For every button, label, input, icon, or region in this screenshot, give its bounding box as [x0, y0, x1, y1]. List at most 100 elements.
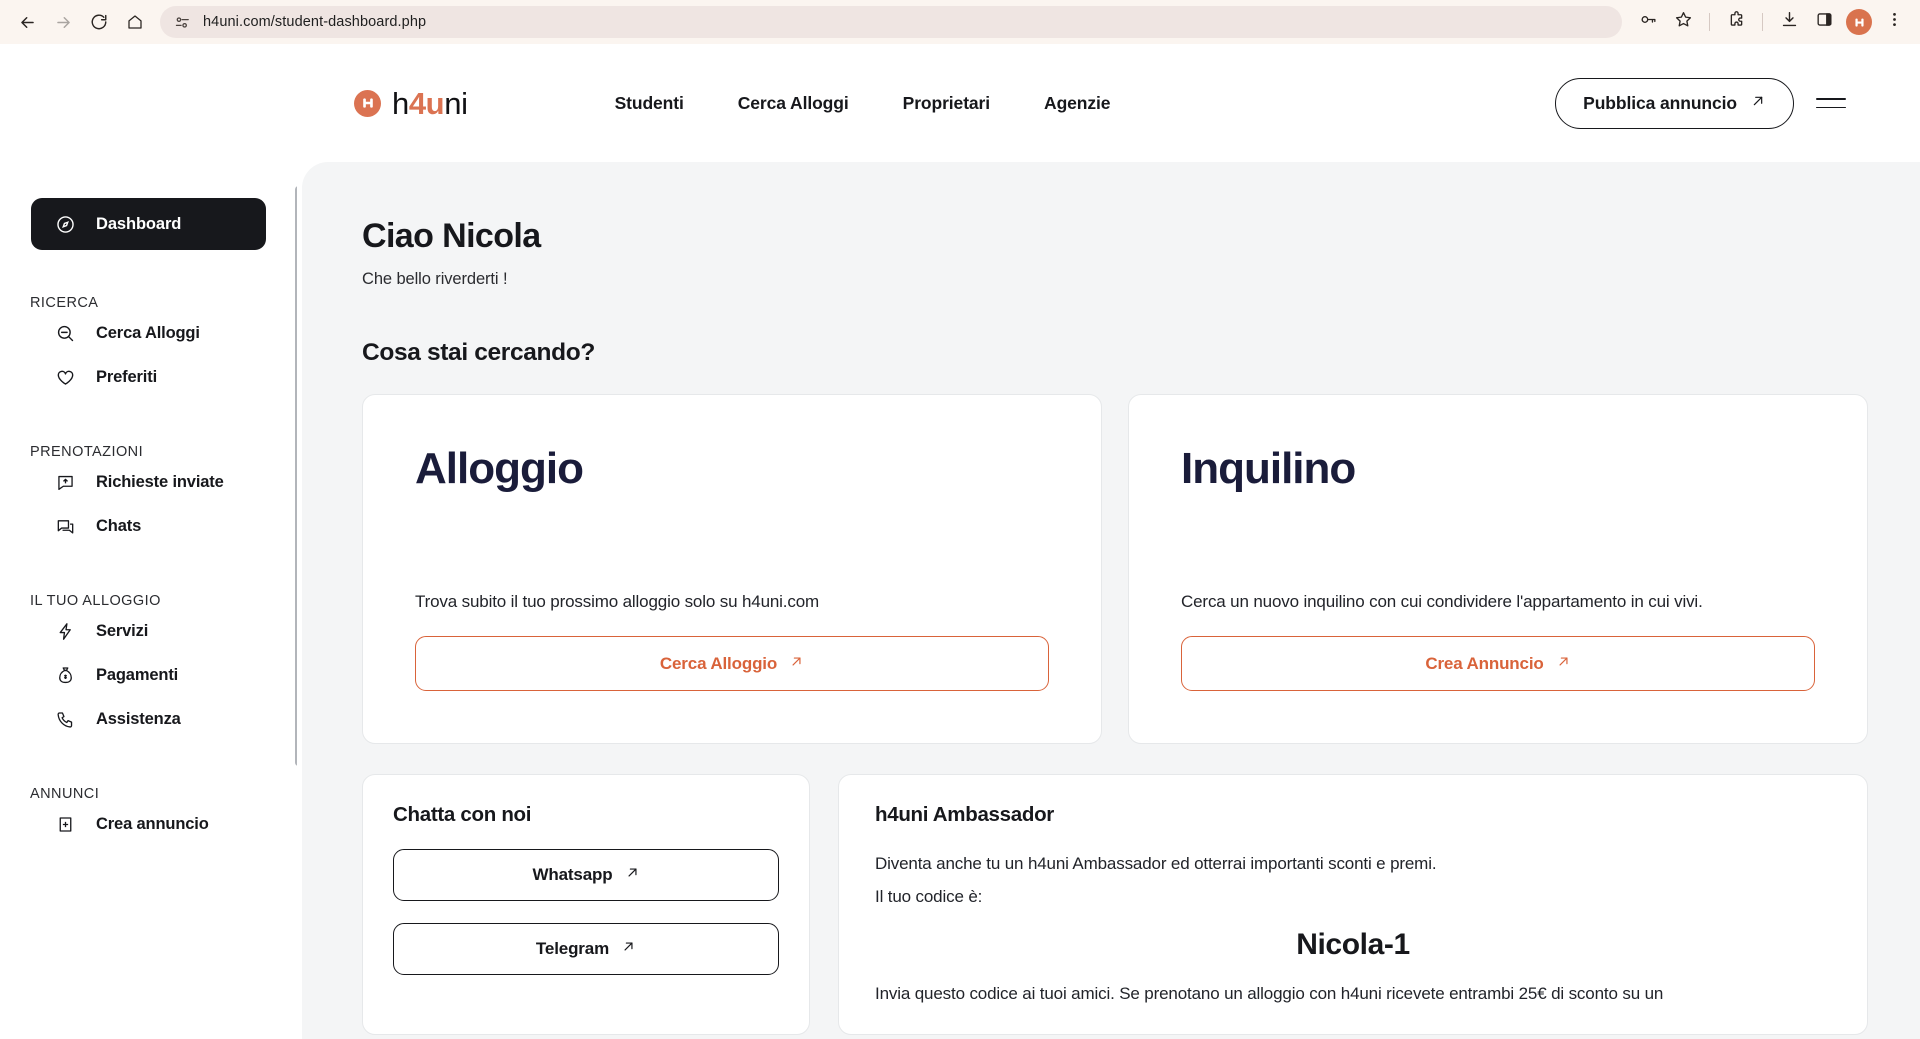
nav-item-proprietari[interactable]: Proprietari: [903, 93, 991, 114]
browser-actions: [1632, 6, 1910, 38]
sidebar-scrollbar[interactable]: [295, 186, 297, 766]
sidebar-item-preferiti[interactable]: Preferiti: [31, 355, 266, 399]
whatsapp-button[interactable]: Whatsapp: [393, 849, 779, 902]
logo-prefix: h: [392, 85, 409, 121]
lightning-bolt-icon: [53, 619, 78, 644]
back-arrow-icon: [18, 13, 37, 32]
cerca-alloggio-label: Cerca Alloggio: [659, 653, 778, 673]
arrow-up-right-icon: [625, 865, 640, 885]
site-settings-icon[interactable]: [174, 14, 191, 31]
sidebar-item-pagamenti[interactable]: Pagamenti: [31, 653, 266, 697]
hamburger-menu-icon[interactable]: [1816, 97, 1848, 109]
download-icon: [1780, 10, 1799, 34]
downloads-button[interactable]: [1773, 6, 1805, 38]
crea-annuncio-button[interactable]: Crea Annuncio: [1181, 636, 1815, 692]
section-title: Cosa stai cercando?: [362, 339, 595, 367]
logo-accent: 4u: [408, 85, 445, 121]
profile-button[interactable]: [1843, 6, 1875, 38]
sidebar-item-crea-annuncio-label: Crea annuncio: [96, 814, 209, 833]
sidebar-group-il-tuo-alloggio: IL TUO ALLOGGIO: [30, 593, 161, 609]
reload-button[interactable]: [82, 5, 116, 39]
password-manager-button[interactable]: [1632, 6, 1664, 38]
pubblica-annuncio-label: Pubblica annuncio: [1583, 92, 1737, 113]
card-alloggio-description: Trova subito il tuo prossimo alloggio so…: [415, 592, 820, 612]
message-send-icon: [53, 470, 78, 495]
card-alloggio: Alloggio Trova subito il tuo prossimo al…: [362, 394, 1102, 745]
card-alloggio-title: Alloggio: [415, 444, 584, 494]
sidebar-item-richieste-inviate[interactable]: Richieste inviate: [31, 460, 266, 504]
nav-item-agenzie[interactable]: Agenzie: [1044, 93, 1111, 114]
ambassador-title: h4uni Ambassador: [875, 803, 1054, 827]
phone-icon: [53, 707, 78, 732]
nav-item-cerca-alloggi[interactable]: Cerca Alloggi: [738, 93, 849, 114]
chatta-con-noi-title: Chatta con noi: [393, 803, 532, 827]
browser-menu-button[interactable]: [1878, 6, 1910, 38]
telegram-label: Telegram: [535, 939, 610, 959]
h4uni-logo-mark: [354, 89, 381, 117]
puzzle-piece-icon: [1727, 10, 1746, 34]
site-logo[interactable]: h4uni: [354, 88, 468, 119]
sidebar: Dashboard RICERCA Cerca Alloggi Preferit…: [0, 162, 297, 1039]
nav-item-studenti[interactable]: Studenti: [615, 93, 684, 114]
three-dot-menu-icon: [1885, 10, 1904, 34]
heart-icon: [53, 365, 78, 390]
sidebar-group-annunci: ANNUNCI: [30, 786, 100, 802]
sidebar-group-prenotazioni: PRENOTAZIONI: [30, 444, 144, 460]
whatsapp-label: Whatsapp: [532, 865, 613, 885]
browser-toolbar: h4uni.com/student-dashboard.php: [0, 0, 1920, 44]
sidebar-item-servizi-label: Servizi: [96, 621, 149, 640]
cerca-alloggio-button[interactable]: Cerca Alloggio: [415, 636, 1049, 692]
main-navigation: Studenti Cerca Alloggi Proprietari Agenz…: [615, 93, 1111, 114]
compass-icon: [53, 212, 78, 237]
side-panel-button[interactable]: [1808, 6, 1840, 38]
url-text: h4uni.com/student-dashboard.php: [203, 14, 427, 30]
hamburger-line-2: [1816, 106, 1846, 109]
ambassador-footer: Invia questo codice ai tuoi amici. Se pr…: [875, 984, 1664, 1004]
sidebar-item-assistenza[interactable]: Assistenza: [31, 697, 266, 741]
toolbar-divider-left: [1709, 13, 1710, 31]
ambassador-code: Nicola-1: [1296, 928, 1410, 962]
page-subtitle: Che bello riverderti !: [362, 270, 508, 289]
card-inquilino-title: Inquilino: [1181, 444, 1356, 494]
logo-text: h4uni: [392, 88, 468, 119]
back-button[interactable]: [10, 5, 44, 39]
sidebar-item-richieste-inviate-label: Richieste inviate: [96, 472, 224, 491]
pubblica-annuncio-button[interactable]: Pubblica annuncio: [1555, 77, 1794, 129]
crea-annuncio-label: Crea Annuncio: [1425, 653, 1544, 673]
document-plus-icon: [53, 812, 78, 837]
bookmark-button[interactable]: [1667, 6, 1699, 38]
sidebar-item-dashboard-label: Dashboard: [96, 214, 182, 233]
page-body: Dashboard RICERCA Cerca Alloggi Preferit…: [0, 162, 1920, 1039]
sidebar-item-cerca-alloggi-label: Cerca Alloggi: [96, 323, 200, 342]
sidebar-item-chats[interactable]: Chats: [31, 504, 266, 548]
sidebar-item-pagamenti-label: Pagamenti: [96, 665, 179, 684]
telegram-button[interactable]: Telegram: [393, 923, 779, 976]
address-bar[interactable]: h4uni.com/student-dashboard.php: [160, 6, 1622, 38]
ambassador-code-label: Il tuo codice è:: [875, 886, 983, 906]
sidebar-item-servizi[interactable]: Servizi: [31, 609, 266, 653]
star-icon: [1674, 10, 1693, 34]
card-ambassador: h4uni Ambassador Diventa anche tu un h4u…: [838, 774, 1868, 1036]
sidebar-item-dashboard[interactable]: Dashboard: [31, 198, 266, 250]
password-key-icon: [1639, 10, 1658, 34]
forward-arrow-icon: [54, 13, 73, 32]
page-title: Ciao Nicola: [362, 217, 541, 255]
arrow-up-right-icon: [1750, 93, 1766, 114]
reload-icon: [90, 13, 108, 31]
arrow-up-right-icon: [789, 654, 804, 674]
sidebar-group-ricerca: RICERCA: [30, 295, 99, 311]
arrow-up-right-icon: [621, 939, 636, 959]
logo-suffix: ni: [444, 85, 468, 121]
card-inquilino: Inquilino Cerca un nuovo inquilino con c…: [1128, 394, 1868, 745]
avatar: [1846, 9, 1872, 35]
chat-bubbles-icon: [53, 514, 78, 539]
hamburger-line-1: [1816, 97, 1846, 100]
forward-button[interactable]: [46, 5, 80, 39]
home-button[interactable]: [118, 5, 152, 39]
extensions-button[interactable]: [1720, 6, 1752, 38]
side-panel-icon: [1815, 10, 1834, 34]
ambassador-intro: Diventa anche tu un h4uni Ambassador ed …: [875, 854, 1437, 874]
sidebar-item-crea-annuncio[interactable]: Crea annuncio: [31, 802, 266, 846]
sidebar-item-cerca-alloggi[interactable]: Cerca Alloggi: [31, 311, 266, 355]
sidebar-item-preferiti-label: Preferiti: [96, 367, 158, 386]
